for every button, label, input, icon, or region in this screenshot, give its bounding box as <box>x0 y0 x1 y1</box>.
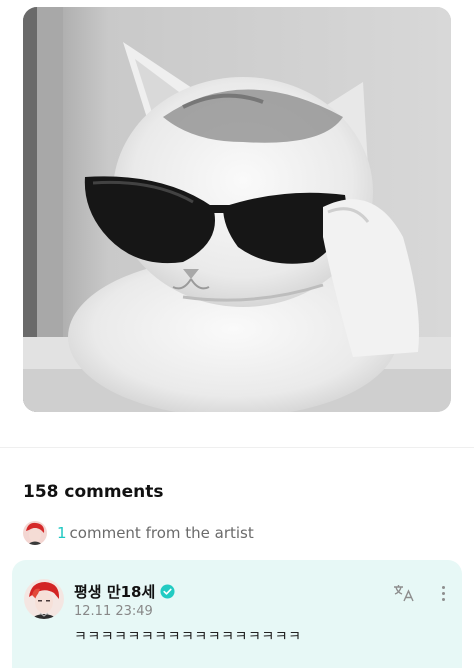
artist-comment-count: 1 <box>57 524 67 542</box>
artist-comment-card: 평생 만18세 12.11 23:49 ㅋㅋㅋㅋㅋㅋㅋㅋㅋㅋㅋㅋㅋㅋㅋㅋㅋ <box>12 560 462 668</box>
artist-comment-text: comment from the artist <box>69 524 254 542</box>
section-divider <box>0 447 474 448</box>
more-vertical-icon <box>441 585 445 589</box>
artist-avatar-small <box>23 521 47 545</box>
cat-sunglasses-photo <box>23 7 451 412</box>
commenter-name-row: 평생 만18세 <box>74 581 175 602</box>
translate-icon <box>394 585 414 602</box>
comment-text: ㅋㅋㅋㅋㅋㅋㅋㅋㅋㅋㅋㅋㅋㅋㅋㅋㅋ <box>74 629 302 645</box>
artist-comment-label: 1 comment from the artist <box>57 524 254 542</box>
translate-button[interactable] <box>391 582 417 604</box>
post-photo[interactable] <box>23 7 451 412</box>
commenter-name[interactable]: 평생 만18세 <box>74 581 155 602</box>
more-options-button[interactable] <box>435 582 451 604</box>
comments-count: 158 comments <box>23 482 164 502</box>
commenter-avatar[interactable] <box>24 579 64 619</box>
comment-timestamp: 12.11 23:49 <box>74 604 153 619</box>
artist-comments-link[interactable]: 1 comment from the artist <box>23 521 254 545</box>
verified-badge-icon <box>160 584 175 599</box>
